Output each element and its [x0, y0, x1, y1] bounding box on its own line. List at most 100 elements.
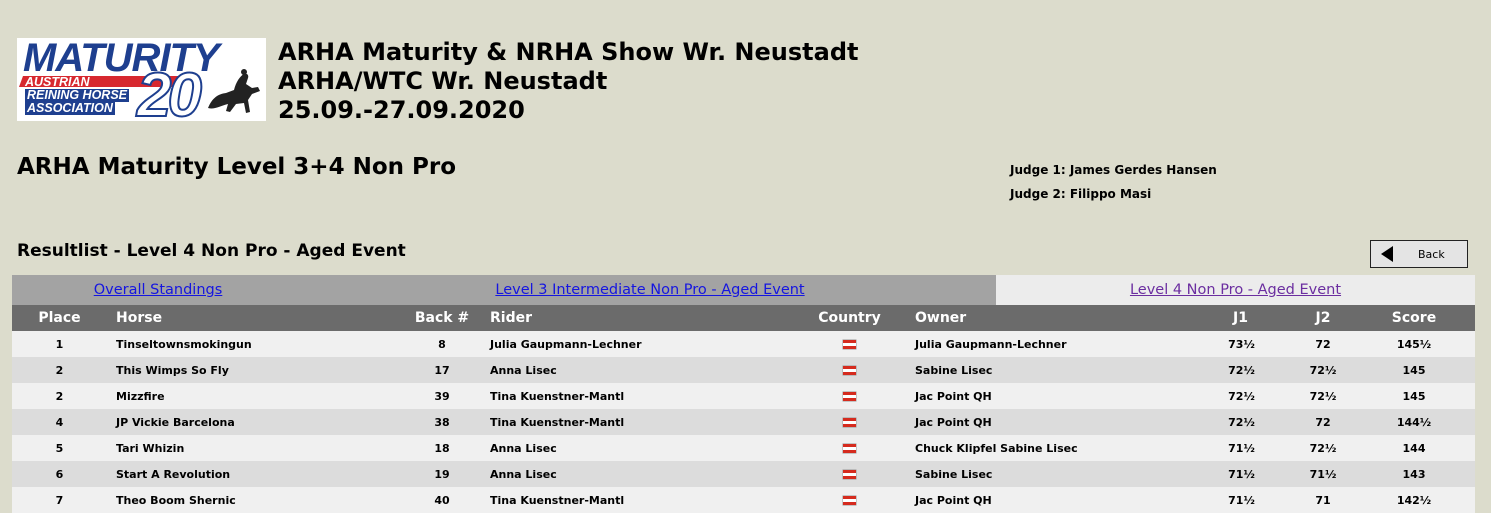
cell-owner: Jac Point QH — [912, 409, 1202, 435]
col-header-rider: Rider — [487, 305, 787, 331]
cell-back: 40 — [397, 487, 487, 513]
cell-horse: Tinseltownsmokingun — [107, 331, 397, 357]
col-header-j2: J2 — [1293, 305, 1353, 331]
table-row: 4 JP Vickie Barcelona 38 Tina Kuenstner-Man… — [12, 409, 1475, 435]
cell-score: 143 — [1353, 461, 1475, 487]
col-header-score: Score — [1353, 305, 1475, 331]
austria-flag-icon — [843, 496, 856, 505]
cell-score: 145 — [1353, 357, 1475, 383]
tab-level-4-non-pro[interactable]: Level 4 Non Pro - Aged Event — [996, 275, 1475, 305]
cell-j2: 71 — [1293, 487, 1353, 513]
tab-level-3-intermediate[interactable]: Level 3 Intermediate Non Pro - Aged Even… — [304, 275, 996, 305]
arha-maturity-logo: MATURITY AUSTRIAN REINING HORSE ASSOCIAT… — [17, 38, 266, 121]
cell-back: 39 — [397, 383, 487, 409]
cell-j2: 72½ — [1293, 435, 1353, 461]
cell-score: 144 — [1353, 435, 1475, 461]
col-header-horse: Horse — [107, 305, 397, 331]
results-table: Place Horse Back # Rider Country Owner J… — [12, 305, 1475, 513]
table-row: 2 This Wimps So Fly 17 Anna Lisec Sabine Lis… — [12, 357, 1475, 383]
austria-flag-icon — [843, 366, 856, 375]
col-header-j1: J1 — [1202, 305, 1293, 331]
event-header: ARHA Maturity & NRHA Show Wr. Neustadt A… — [278, 38, 859, 125]
cell-horse: Mizzfire — [107, 383, 397, 409]
table-row: 7 Theo Boom Shernic 40 Tina Kuenstner-Mantl… — [12, 487, 1475, 513]
cell-horse: Theo Boom Shernic — [107, 487, 397, 513]
austria-flag-icon — [843, 444, 856, 453]
country-cell — [787, 461, 912, 487]
logo-line-3: ASSOCIATION — [25, 101, 115, 115]
event-dates: 25.09.-27.09.2020 — [278, 96, 525, 124]
table-row: 5 Tari Whizin 18 Anna Lisec Chuck Klipfel Sa… — [12, 435, 1475, 461]
cell-j1: 71½ — [1202, 435, 1293, 461]
cell-horse: This Wimps So Fly — [107, 357, 397, 383]
cell-j1: 73½ — [1202, 331, 1293, 357]
judge-2: Judge 2: Filippo Masi — [1010, 187, 1152, 201]
cell-owner: Sabine Lisec — [912, 357, 1202, 383]
cell-horse: JP Vickie Barcelona — [107, 409, 397, 435]
austria-flag-icon — [843, 392, 856, 401]
cell-place: 2 — [12, 357, 107, 383]
cell-owner: Jac Point QH — [912, 487, 1202, 513]
cell-horse: Tari Whizin — [107, 435, 397, 461]
cell-j2: 71½ — [1293, 461, 1353, 487]
country-cell — [787, 435, 912, 461]
tab-overall-standings[interactable]: Overall Standings — [12, 275, 304, 305]
event-name: ARHA Maturity & NRHA Show Wr. Neustadt — [278, 38, 859, 66]
cell-owner: Chuck Klipfel Sabine Lisec — [912, 435, 1202, 461]
austria-flag-icon — [843, 418, 856, 427]
cell-score: 144½ — [1353, 409, 1475, 435]
col-header-owner: Owner — [912, 305, 1202, 331]
cell-rider: Tina Kuenstner-Mantl — [487, 409, 787, 435]
cell-place: 1 — [12, 331, 107, 357]
back-button[interactable]: Back — [1370, 240, 1468, 268]
country-cell — [787, 331, 912, 357]
cell-rider: Anna Lisec — [487, 357, 787, 383]
table-row: 1 Tinseltownsmokingun 8 Julia Gaupmann-Lech… — [12, 331, 1475, 357]
arrow-left-icon — [1381, 246, 1393, 262]
cell-place: 7 — [12, 487, 107, 513]
logo-number: 20 — [136, 60, 203, 121]
result-tabs: Overall Standings Level 3 Intermediate N… — [12, 275, 1475, 305]
country-cell — [787, 487, 912, 513]
cell-j2: 72½ — [1293, 383, 1353, 409]
cell-rider: Tina Kuenstner-Mantl — [487, 487, 787, 513]
back-button-label: Back — [1418, 247, 1445, 261]
cell-score: 142½ — [1353, 487, 1475, 513]
event-organizer: ARHA/WTC Wr. Neustadt — [278, 67, 608, 95]
cell-place: 2 — [12, 383, 107, 409]
cell-j1: 71½ — [1202, 461, 1293, 487]
cell-back: 18 — [397, 435, 487, 461]
austria-flag-icon — [843, 340, 856, 349]
cell-horse: Start A Revolution — [107, 461, 397, 487]
cell-back: 19 — [397, 461, 487, 487]
cell-place: 4 — [12, 409, 107, 435]
judges-block: Judge 1: James Gerdes Hansen Judge 2: Fi… — [1010, 158, 1217, 206]
cell-j1: 72½ — [1202, 383, 1293, 409]
table-header-row: Place Horse Back # Rider Country Owner J… — [12, 305, 1475, 331]
resultlist-title: Resultlist - Level 4 Non Pro - Aged Even… — [17, 241, 406, 261]
cell-rider: Tina Kuenstner-Mantl — [487, 383, 787, 409]
cell-owner: Sabine Lisec — [912, 461, 1202, 487]
cell-owner: Julia Gaupmann-Lechner — [912, 331, 1202, 357]
cell-place: 5 — [12, 435, 107, 461]
table-row: 6 Start A Revolution 19 Anna Lisec Sabine Li… — [12, 461, 1475, 487]
cell-j1: 72½ — [1202, 409, 1293, 435]
col-header-back: Back # — [397, 305, 487, 331]
cell-rider: Anna Lisec — [487, 461, 787, 487]
cell-back: 38 — [397, 409, 487, 435]
country-cell — [787, 383, 912, 409]
cell-j2: 72 — [1293, 409, 1353, 435]
col-header-country: Country — [787, 305, 912, 331]
logo-association-text: AUSTRIAN REINING HORSE ASSOCIATION — [25, 76, 155, 115]
cell-owner: Jac Point QH — [912, 383, 1202, 409]
cell-place: 6 — [12, 461, 107, 487]
cell-back: 17 — [397, 357, 487, 383]
cell-score: 145½ — [1353, 331, 1475, 357]
cell-score: 145 — [1353, 383, 1475, 409]
cell-back: 8 — [397, 331, 487, 357]
class-title: ARHA Maturity Level 3+4 Non Pro — [17, 154, 457, 180]
cell-j2: 72½ — [1293, 357, 1353, 383]
cell-rider: Anna Lisec — [487, 435, 787, 461]
horse-rider-icon — [208, 69, 260, 113]
col-header-place: Place — [12, 305, 107, 331]
